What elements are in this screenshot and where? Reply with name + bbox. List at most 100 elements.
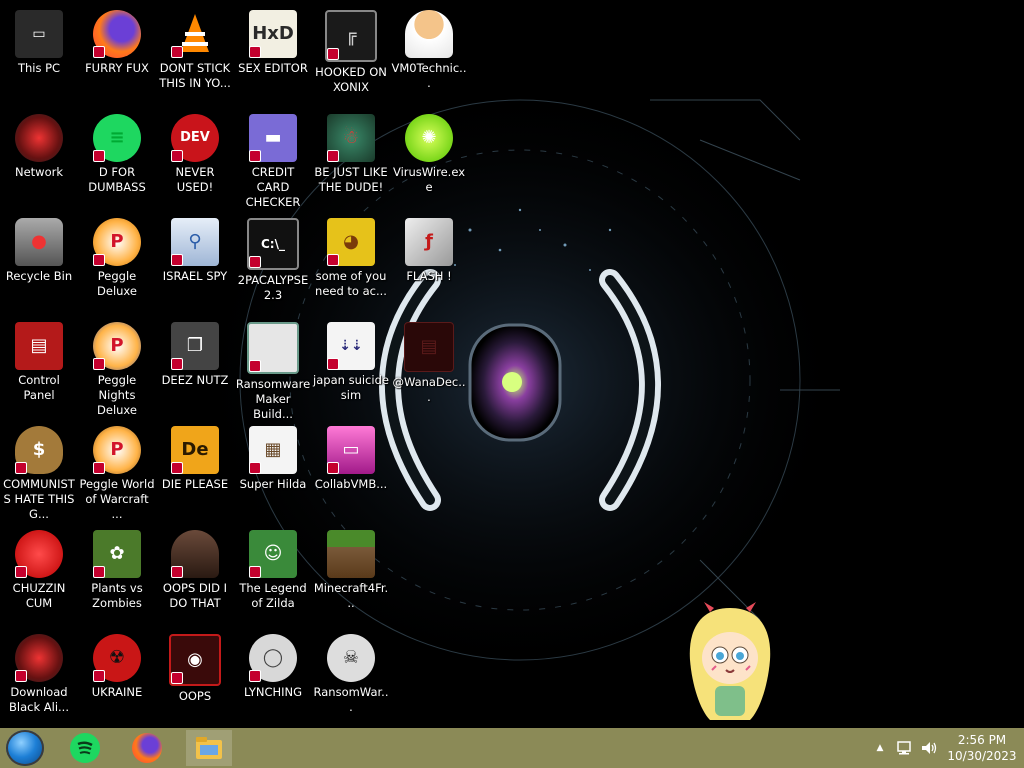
desktop-icon-flash[interactable]: ƒ FLASH ! (390, 212, 468, 312)
desktop-icon-never-used[interactable]: DEV NEVER USED! (156, 108, 234, 208)
desktop-icon-label: RansomWar... (313, 685, 389, 714)
desktop[interactable]: ▭ This PC Network ● Recycle Bin ▤ Contro… (0, 0, 1024, 728)
desktop-icon-recycle-bin[interactable]: ● Recycle Bin (0, 212, 78, 312)
desktop-icon-sex-editor[interactable]: HxD SEX EDITOR (234, 4, 312, 104)
credit-card-icon: ▬ (249, 114, 297, 162)
japan-sim-icon: ⇣⇣ (327, 322, 375, 370)
shortcut-arrow-icon (15, 670, 27, 682)
taskbar: ▲ 2:56 PM 10/30/2023 (0, 728, 1024, 768)
desktop-icon-label: Plants vs Zombies (91, 581, 143, 610)
shortcut-arrow-icon (93, 462, 105, 474)
skull-icon: ☠ (327, 634, 375, 682)
desktop-icon-control-panel[interactable]: ▤ Control Panel (0, 316, 78, 416)
money-bag-icon: $ (15, 426, 63, 474)
shortcut-arrow-icon (171, 150, 183, 162)
desktop-icon-vm0technic[interactable]: VM0Technic... (390, 4, 468, 104)
flower-icon: ✿ (93, 530, 141, 578)
desktop-icon-label: DIE PLEASE (161, 477, 229, 491)
desktop-icon-credit-card-checker[interactable]: ▬ CREDIT CARD CHECKER (234, 108, 312, 209)
start-button[interactable] (6, 730, 44, 766)
desktop-icon-d-for-dumbass[interactable]: ≡ D FOR DUMBASS (78, 108, 156, 208)
shortcut-arrow-icon (15, 462, 27, 474)
shortcut-arrow-icon (327, 254, 339, 266)
desktop-icon-label: This PC (17, 61, 61, 75)
desktop-icon-peggle-wow[interactable]: P Peggle World of Warcraft ... (78, 420, 156, 521)
oops-icon: ◉ (169, 634, 221, 686)
desktop-icon-peggle-deluxe[interactable]: P Peggle Deluxe (78, 212, 156, 312)
desktop-icon-label: ISRAEL SPY (162, 269, 228, 283)
desktop-icon-2pacalypse[interactable]: C:\_ 2PACALYPSE 2.3 (234, 212, 312, 312)
desktop-icon-label: DONT STICK THIS IN YO... (159, 61, 231, 90)
show-hidden-icons-button[interactable]: ▲ (874, 740, 886, 756)
doctor-icon (405, 10, 453, 58)
desktop-icon-oops[interactable]: ◉ OOPS (156, 628, 234, 728)
desktop-icon-legend-of-zilda[interactable]: ☺ The Legend of Zilda (234, 524, 312, 624)
taskbar-file-explorer-button[interactable] (186, 730, 232, 766)
peggle-icon: P (93, 218, 141, 266)
shortcut-arrow-icon (171, 672, 183, 684)
desktop-icon-oops-did-i[interactable]: OOPS DID I DO THAT (156, 524, 234, 624)
desktop-icon-communists[interactable]: $ COMMUNISTS HATE THIS G... (0, 420, 78, 521)
desktop-icon-collabvm[interactable]: ▭ CollabVMB... (312, 420, 390, 520)
desktop-icon-die-please[interactable]: De DIE PLEASE (156, 420, 234, 520)
zelda-icon: ☺ (249, 530, 297, 578)
desktop-icon-dont-stick[interactable]: DONT STICK THIS IN YO... (156, 4, 234, 104)
desktop-icon-furry-fux[interactable]: FURRY FUX (78, 4, 156, 104)
desktop-icon-label: CHUZZIN CUM (12, 581, 66, 610)
desktop-icon-label: Peggle World of Warcraft ... (79, 477, 155, 521)
lime-icon: ✺ (405, 114, 453, 162)
desktop-icon-super-hilda[interactable]: ▦ Super Hilda (234, 420, 312, 520)
shortcut-arrow-icon (15, 566, 27, 578)
desktop-icon-ransomwar[interactable]: ☠ RansomWar... (312, 628, 390, 728)
portrait-icon (171, 530, 219, 578)
recycle-bin-icon: ● (15, 218, 63, 266)
desktop-icon-japan-suicide-sim[interactable]: ⇣⇣ japan suicide sim (312, 316, 390, 416)
desktop-icon-be-just-like-the-dude[interactable]: ☃ BE JUST LIKE THE DUDE! (312, 108, 390, 208)
desktop-icon-lynching[interactable]: ◯ LYNCHING (234, 628, 312, 728)
spotify-icon: ≡ (93, 114, 141, 162)
desktop-icon-ukraine[interactable]: ☢ UKRAINE (78, 628, 156, 728)
shortcut-arrow-icon (93, 46, 105, 58)
taskbar-firefox-button[interactable] (124, 730, 170, 766)
shortcut-arrow-icon (249, 256, 261, 268)
desktop-icon-some-of-you[interactable]: ◕ some of you need to ac... (312, 212, 390, 312)
desktop-icon-wanadec[interactable]: ▤ @WanaDec... (390, 316, 468, 416)
desktop-icon-peggle-nights[interactable]: P Peggle Nights Deluxe (78, 316, 156, 417)
shortcut-arrow-icon (171, 566, 183, 578)
desktop-icon-label: Minecraft4Fr... (313, 581, 389, 610)
shortcut-arrow-icon (249, 670, 261, 682)
desktop-icon-label: UKRAINE (91, 685, 143, 699)
desktop-icon-minecraft[interactable]: Minecraft4Fr... (312, 524, 390, 624)
shortcut-arrow-icon (327, 150, 339, 162)
desktop-icon-viruswire[interactable]: ✺ VirusWire.exe (390, 108, 468, 208)
dev-cpp-icon: DEV (171, 114, 219, 162)
desktop-icon-plants-vs-zombies[interactable]: ✿ Plants vs Zombies (78, 524, 156, 624)
desktop-icon-network[interactable]: Network (0, 108, 78, 208)
clock-time[interactable]: 2:56 PM (944, 733, 1020, 748)
xonix-icon: ╔ (325, 10, 377, 62)
terminal-icon: C:\_ (247, 218, 299, 270)
firefox-icon (132, 733, 162, 763)
firefox-icon (93, 10, 141, 58)
desktop-icon-this-pc[interactable]: ▭ This PC (0, 4, 78, 104)
desktop-icon-hooked-on-xonix[interactable]: ╔ HOOKED ON XONIX (312, 4, 390, 104)
vlc-cone-icon (171, 10, 219, 58)
desktop-icon-label: Super Hilda (239, 477, 307, 491)
desktop-icon-download-black-ali[interactable]: Download Black Ali... (0, 628, 78, 728)
shortcut-arrow-icon (93, 150, 105, 162)
desktop-icon-ransomware-maker[interactable]: Ransomware Maker Build... (234, 316, 312, 421)
shortcut-arrow-icon (249, 150, 261, 162)
taskbar-spotify-button[interactable] (62, 730, 108, 766)
desktop-icon-label: some of you need to ac... (315, 269, 387, 298)
shortcut-arrow-icon (327, 358, 339, 370)
clock-date[interactable]: 10/30/2023 (944, 749, 1020, 764)
radiation-icon: ☢ (93, 634, 141, 682)
desktop-icon-chuzzin-cum[interactable]: CHUZZIN CUM (0, 524, 78, 624)
desktop-icon-deez-nutz[interactable]: ❐ DEEZ NUTZ (156, 316, 234, 416)
hxd-icon: HxD (249, 10, 297, 58)
desktop-icon-grid: ▭ This PC Network ● Recycle Bin ▤ Contro… (0, 0, 1024, 728)
network-tray-icon[interactable] (896, 740, 914, 756)
volume-tray-icon[interactable] (920, 740, 938, 756)
desktop-icon-israel-spy[interactable]: ⚲ ISRAEL SPY (156, 212, 234, 312)
shortcut-arrow-icon (93, 254, 105, 266)
